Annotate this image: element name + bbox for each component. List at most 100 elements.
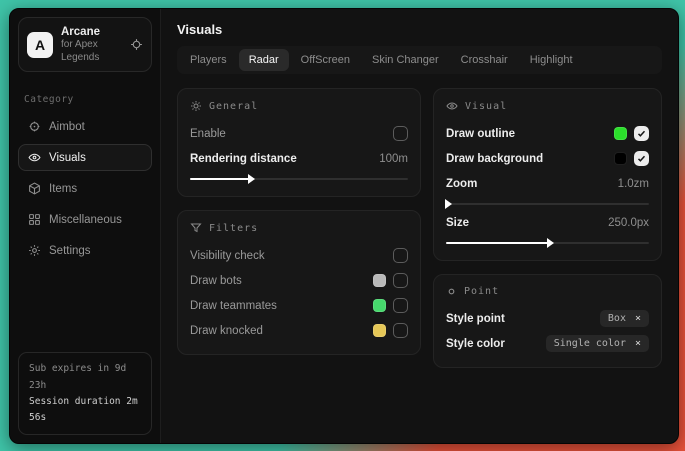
subscription-info: Sub expires in 9d 23h Session duration 2… [18, 352, 152, 435]
target-icon[interactable] [130, 38, 143, 51]
gear-icon [190, 100, 202, 112]
style-color-tag[interactable]: Single color × [546, 335, 649, 352]
sub-expires-text: Sub expires in 9d 23h [29, 361, 141, 393]
setting-label: Zoom [446, 178, 477, 190]
setting-row-style-point: Style point Box × [446, 306, 649, 331]
setting-label: Style color [446, 338, 505, 350]
color-swatch[interactable] [614, 127, 627, 140]
draw-outline-checkbox[interactable] [634, 126, 649, 141]
logo-card: A Arcane for Apex Legends [18, 17, 152, 72]
close-icon[interactable]: × [635, 313, 641, 324]
panel-general-header: General [190, 100, 408, 112]
sidebar-item-settings[interactable]: Settings [18, 237, 152, 264]
style-point-tag[interactable]: Box × [600, 310, 649, 327]
sidebar-item-miscellaneous[interactable]: Miscellaneous [18, 206, 152, 233]
app-window: A Arcane for Apex Legends Category Aimbo… [9, 8, 679, 444]
panel-filters-header: Filters [190, 222, 408, 234]
tab-radar[interactable]: Radar [239, 49, 289, 71]
setting-label: Visibility check [190, 250, 265, 262]
setting-value: 100m [379, 153, 408, 165]
eye-icon [446, 100, 458, 112]
enable-checkbox[interactable] [393, 126, 408, 141]
setting-row-draw-teammates: Draw teammates [190, 293, 408, 318]
panel-general: General Enable Rendering distance 100m [177, 88, 421, 197]
rendering-distance-slider[interactable] [190, 178, 408, 180]
sidebar-item-label: Items [49, 183, 77, 195]
content-left-column: General Enable Rendering distance 100m [177, 88, 421, 368]
panel-visual: Visual Draw outline Draw background [433, 88, 662, 261]
panel-title: Point [464, 286, 499, 297]
setting-value: 250.0px [608, 217, 649, 229]
app-logo: A [27, 32, 53, 58]
sidebar-item-label: Visuals [49, 152, 86, 164]
draw-background-checkbox[interactable] [634, 151, 649, 166]
setting-label: Style point [446, 313, 505, 325]
sidebar-item-visuals[interactable]: Visuals [18, 144, 152, 171]
tab-highlight[interactable]: Highlight [520, 49, 583, 71]
eye-icon [28, 151, 41, 164]
app-subtitle: for Apex Legends [61, 39, 122, 64]
category-label: Category [24, 94, 146, 105]
color-swatch[interactable] [373, 274, 386, 287]
setting-label: Draw outline [446, 128, 515, 140]
setting-row-draw-outline: Draw outline [446, 121, 649, 146]
row-controls [373, 298, 408, 313]
setting-label: Draw background [446, 153, 543, 165]
setting-row-draw-knocked: Draw knocked [190, 318, 408, 343]
close-icon[interactable]: × [635, 338, 641, 349]
crosshair-icon [28, 120, 41, 133]
setting-label: Rendering distance [190, 153, 297, 165]
panel-title: General [209, 101, 258, 112]
draw-bots-checkbox[interactable] [393, 273, 408, 288]
tab-players[interactable]: Players [180, 49, 237, 71]
setting-value: 1.0zm [618, 178, 649, 190]
slider-fill [446, 242, 548, 244]
panel-visual-header: Visual [446, 100, 649, 112]
sidebar-item-items[interactable]: Items [18, 175, 152, 202]
content: General Enable Rendering distance 100m [161, 74, 678, 395]
session-duration-text: Session duration 2m 56s [29, 394, 141, 426]
dot-icon [446, 286, 457, 297]
funnel-icon [190, 222, 202, 234]
gear-icon [28, 244, 41, 257]
slider-fill [190, 178, 249, 180]
color-swatch[interactable] [373, 324, 386, 337]
slider-thumb[interactable] [547, 238, 554, 248]
main-header: Visuals [161, 9, 678, 46]
sidebar-item-label: Aimbot [49, 121, 85, 133]
setting-row-enable: Enable [190, 121, 408, 146]
setting-row-rendering-distance: Rendering distance 100m [190, 146, 408, 171]
tag-label: Box [608, 313, 626, 324]
app-title-block: Arcane for Apex Legends [61, 25, 122, 64]
setting-label: Draw knocked [190, 325, 263, 337]
slider-thumb[interactable] [248, 174, 255, 184]
zoom-slider[interactable] [446, 203, 649, 205]
sidebar-item-label: Miscellaneous [49, 214, 122, 226]
size-slider[interactable] [446, 242, 649, 244]
draw-teammates-checkbox[interactable] [393, 298, 408, 313]
app-name: Arcane [61, 25, 122, 39]
visibility-check-checkbox[interactable] [393, 248, 408, 263]
tab-skin-changer[interactable]: Skin Changer [362, 49, 449, 71]
sidebar-item-aimbot[interactable]: Aimbot [18, 113, 152, 140]
setting-row-visibility-check: Visibility check [190, 243, 408, 268]
sidebar-item-label: Settings [49, 245, 91, 257]
panel-point: Point Style point Box × Style color Sing… [433, 274, 662, 368]
setting-label: Draw bots [190, 275, 242, 287]
panel-title: Filters [209, 223, 258, 234]
setting-label: Draw teammates [190, 300, 277, 312]
tab-crosshair[interactable]: Crosshair [451, 49, 518, 71]
page-title: Visuals [177, 22, 662, 37]
color-swatch[interactable] [614, 152, 627, 165]
row-controls [373, 273, 408, 288]
tab-offscreen[interactable]: OffScreen [291, 49, 360, 71]
draw-knocked-checkbox[interactable] [393, 323, 408, 338]
row-controls [373, 323, 408, 338]
color-swatch[interactable] [373, 299, 386, 312]
tab-bar: Players Radar OffScreen Skin Changer Cro… [177, 46, 662, 74]
slider-thumb[interactable] [445, 199, 452, 209]
box-icon [28, 182, 41, 195]
setting-label: Size [446, 217, 469, 229]
panel-title: Visual [465, 101, 507, 112]
sidebar: A Arcane for Apex Legends Category Aimbo… [10, 9, 161, 443]
